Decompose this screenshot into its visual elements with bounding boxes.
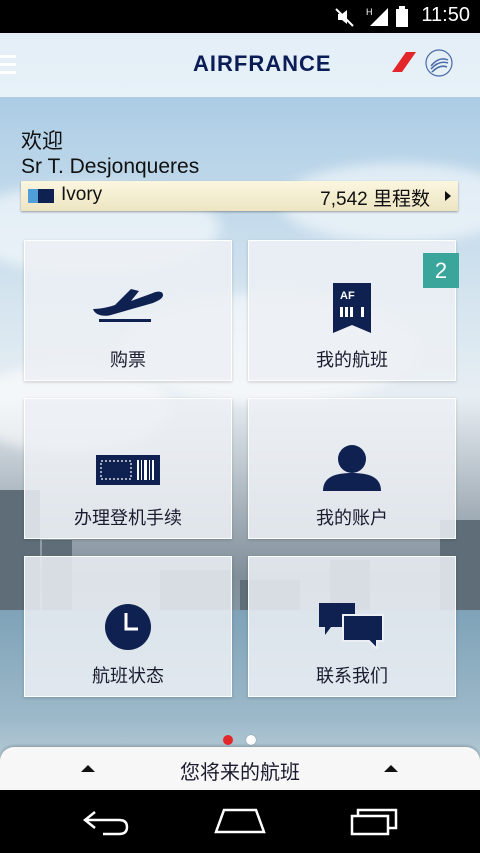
tile-contact-us[interactable]: 联系我们 bbox=[248, 556, 456, 697]
flights-count-badge: 2 bbox=[423, 253, 459, 288]
mute-icon bbox=[335, 8, 354, 27]
user-name: Sr T. Desjonqueres bbox=[21, 155, 200, 178]
chevron-right-icon bbox=[445, 191, 451, 201]
tile-my-account[interactable]: 我的账户 bbox=[248, 398, 456, 539]
recent-apps-icon[interactable] bbox=[350, 808, 398, 836]
tile-check-in[interactable]: 办理登机手续 bbox=[24, 398, 232, 539]
signal-icon: H bbox=[366, 7, 388, 26]
chat-bubbles-icon bbox=[319, 603, 384, 649]
battery-icon bbox=[396, 6, 408, 27]
drawer-title: 您将来的航班 bbox=[180, 760, 300, 784]
status-bar: H 11:50 bbox=[0, 0, 480, 33]
tile-book-ticket[interactable]: 购票 bbox=[24, 240, 232, 381]
tier-card-icon bbox=[28, 189, 54, 203]
clock-icon bbox=[105, 604, 151, 650]
welcome-greeting: 欢迎 bbox=[21, 129, 63, 153]
tile-label: 联系我们 bbox=[316, 666, 388, 687]
caret-up-icon bbox=[384, 765, 398, 772]
tier-name: Ivory bbox=[61, 184, 103, 205]
svg-text:AF: AF bbox=[340, 290, 355, 302]
back-icon[interactable] bbox=[83, 808, 131, 836]
svg-text:H: H bbox=[366, 7, 373, 17]
upcoming-flights-drawer[interactable]: 您将来的航班 bbox=[0, 747, 480, 790]
tile-label: 办理登机手续 bbox=[74, 508, 182, 529]
skyteam-icon bbox=[425, 49, 453, 77]
pager-dot[interactable] bbox=[246, 735, 256, 745]
miles-balance: 7,542 里程数 bbox=[320, 189, 430, 210]
status-time: 11:50 bbox=[421, 4, 470, 26]
airfrance-stripe-icon bbox=[392, 52, 416, 72]
tile-flight-status[interactable]: 航班状态 bbox=[24, 556, 232, 697]
membership-bar[interactable]: Ivory 7,542 里程数 bbox=[21, 181, 458, 211]
pager-dot-active[interactable] bbox=[223, 735, 233, 745]
system-nav-bar bbox=[0, 790, 480, 853]
boarding-tag-icon: AF bbox=[333, 283, 371, 333]
airplane-icon bbox=[93, 289, 163, 322]
tile-label: 购票 bbox=[110, 350, 146, 371]
boarding-pass-icon bbox=[96, 455, 160, 485]
tile-label: 我的航班 bbox=[316, 350, 388, 371]
home-icon[interactable] bbox=[214, 808, 266, 834]
brand-logo: AIRFRANCE bbox=[193, 51, 332, 76]
tile-label: 我的账户 bbox=[316, 508, 388, 529]
hamburger-menu-icon[interactable] bbox=[0, 55, 16, 75]
tile-label: 航班状态 bbox=[92, 666, 164, 687]
user-icon bbox=[323, 445, 381, 491]
